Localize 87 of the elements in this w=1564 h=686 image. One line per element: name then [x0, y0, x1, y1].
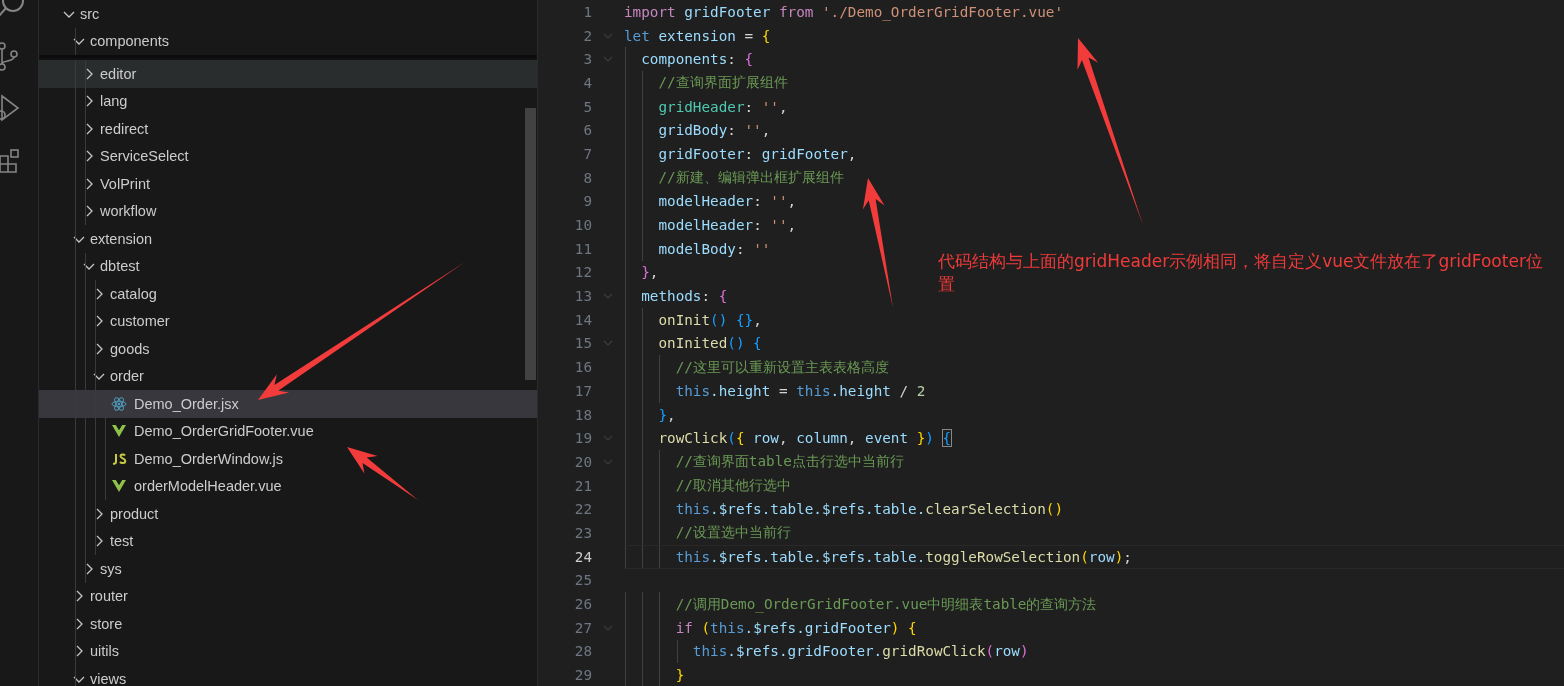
- folder-item[interactable]: catalog: [39, 280, 537, 308]
- line-number: 17: [573, 382, 592, 399]
- code-line: },: [624, 402, 676, 427]
- folder-item[interactable]: editor: [39, 60, 537, 88]
- code-line: },: [624, 260, 659, 285]
- code-line: //查询界面扩展组件: [624, 71, 788, 95]
- code-line: this.$refs.table.$refs.table.clearSelection(): [624, 497, 1063, 522]
- line-number: 20: [573, 453, 592, 470]
- code-line: modelBody: '': [624, 236, 771, 261]
- line-number: 26: [573, 596, 592, 613]
- line-number: 5: [582, 98, 592, 115]
- folder-item[interactable]: product: [39, 500, 537, 528]
- line-number: 7: [582, 145, 592, 162]
- line-number: 15: [573, 335, 592, 352]
- line-number: 19: [573, 430, 592, 447]
- code-line: gridBody: '',: [624, 118, 771, 143]
- code-line: //查询界面table点击行选中当前行: [624, 450, 904, 474]
- line-number: 14: [573, 311, 592, 328]
- code-line: rowClick({ row, column, event }) {: [624, 426, 952, 451]
- code-line: modelHeader: '',: [624, 213, 797, 237]
- line-number: 21: [573, 477, 592, 494]
- code-line: onInited() {: [624, 331, 762, 356]
- code-line: components: {: [624, 47, 754, 72]
- code-line: onInit() {},: [624, 307, 762, 332]
- folder-item[interactable]: workflow: [39, 197, 537, 225]
- line-number: 8: [582, 169, 592, 186]
- line-number: 4: [582, 74, 592, 91]
- folder-item[interactable]: views: [39, 665, 537, 686]
- code-line: if (this.$refs.gridFooter) {: [624, 615, 917, 640]
- file-item[interactable]: Demo_Order.jsx: [39, 390, 537, 418]
- line-number: 23: [573, 524, 592, 541]
- js-file-icon: [111, 450, 127, 467]
- line-number: 2: [582, 27, 592, 44]
- code-line: this.$refs.table.$refs.table.toggleRowSelection(row);: [624, 544, 1132, 569]
- code-line: let extension = {: [624, 26, 771, 46]
- atom-icon: [111, 395, 127, 412]
- line-number: 6: [582, 122, 592, 139]
- line-number: 18: [573, 406, 592, 423]
- line-number: 11: [573, 240, 592, 257]
- line-number: 10: [573, 217, 592, 234]
- folder-item[interactable]: router: [39, 582, 537, 610]
- code-line: gridFooter: gridFooter,: [624, 142, 857, 166]
- folder-item[interactable]: sys: [39, 555, 537, 583]
- file-item[interactable]: Demo_OrderWindow.js: [39, 445, 537, 473]
- code-line: modelHeader: '',: [624, 189, 797, 214]
- folder-item[interactable]: VolPrint: [39, 170, 537, 198]
- folder-item[interactable]: components: [39, 27, 537, 56]
- line-number: 12: [573, 264, 592, 281]
- scrollbar[interactable]: [525, 108, 536, 380]
- folder-item[interactable]: uitils: [39, 637, 537, 665]
- line-number: 25: [573, 572, 592, 589]
- line-number: 3: [582, 51, 592, 68]
- line-number: 29: [573, 667, 592, 684]
- line-number: 16: [573, 359, 592, 376]
- line-number: 22: [573, 501, 592, 518]
- folder-item[interactable]: redirect: [39, 115, 537, 143]
- folder-item[interactable]: test: [39, 527, 537, 555]
- line-number: 27: [573, 619, 592, 636]
- file-item[interactable]: Demo_OrderGridFooter.vue: [39, 417, 537, 445]
- folder-item[interactable]: extension: [39, 225, 537, 253]
- folder-item[interactable]: store: [39, 610, 537, 638]
- code-line: //新建、编辑弹出框扩展组件: [624, 165, 844, 190]
- folder-item[interactable]: lang: [39, 87, 537, 115]
- folder-item[interactable]: src: [39, 0, 537, 28]
- annotation-text: 代码结构与上面的gridHeader示例相同，将自定义vue文件放在了gridFooter位置: [938, 250, 1544, 296]
- folder-item[interactable]: order: [39, 362, 537, 390]
- line-number: 24: [573, 548, 592, 565]
- code-line: this.$refs.gridFooter.gridRowClick(row): [624, 639, 1029, 664]
- file-item[interactable]: orderModelHeader.vue: [39, 472, 537, 500]
- code-line: //设置选中当前行: [624, 521, 791, 545]
- code-line: this.height = this.height / 2: [624, 379, 926, 403]
- line-number: 1: [582, 3, 592, 20]
- line-number: 9: [582, 193, 592, 210]
- code-line: //取消其他行选中: [624, 473, 791, 498]
- folder-item[interactable]: customer: [39, 307, 537, 335]
- folder-item[interactable]: goods: [39, 335, 537, 363]
- code-line: gridHeader: '',: [624, 94, 788, 119]
- line-number: 28: [573, 643, 592, 660]
- code-line: //这里可以重新设置主表表格高度: [624, 355, 889, 379]
- code-line: methods: {: [624, 284, 728, 308]
- folder-item[interactable]: dbtest: [39, 252, 537, 280]
- code-line: //调用Demo_OrderGridFooter.vue中明细表table的查询方法: [624, 592, 1097, 616]
- code-line: }: [624, 663, 685, 686]
- annotation-arrow: [347, 447, 418, 500]
- code-line: import gridFooter from './Demo_OrderGridFooter.vue': [624, 2, 1063, 23]
- line-number: 13: [573, 288, 592, 305]
- folder-item[interactable]: ServiceSelect: [39, 142, 537, 170]
